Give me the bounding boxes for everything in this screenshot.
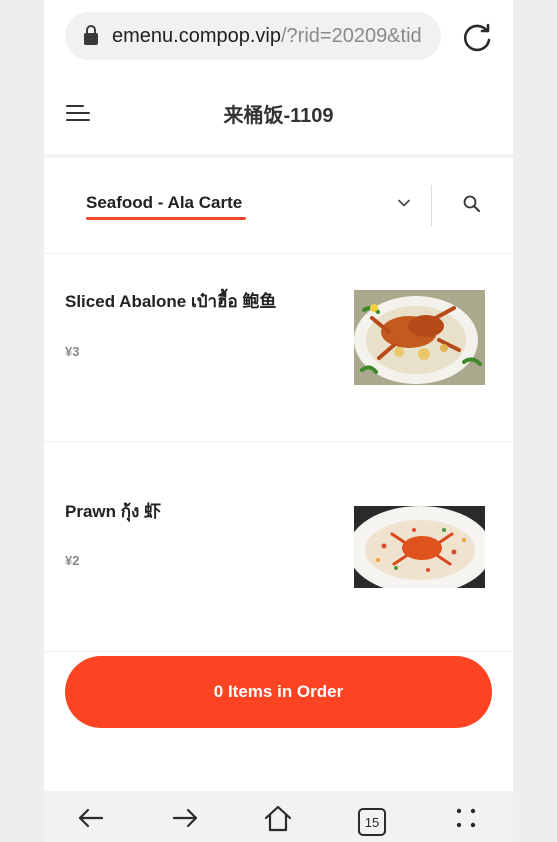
url-text[interactable]: emenu.compop.vip/?rid=20209&tid	[112, 25, 422, 48]
more-options-icon[interactable]	[451, 803, 481, 833]
divider	[44, 441, 513, 442]
reload-icon[interactable]	[460, 20, 494, 54]
category-selector[interactable]: Seafood - Ala Carte	[86, 193, 242, 213]
menu-page: emenu.compop.vip/?rid=20209&tid 来桶饭-1109…	[44, 0, 513, 842]
order-button[interactable]: 0 Items in Order	[65, 656, 492, 728]
divider	[44, 253, 513, 254]
page-title: 来桶饭-1109	[223, 105, 334, 127]
item-price: ¥2	[65, 553, 80, 568]
item-photo	[354, 290, 485, 385]
tab-count: 15	[364, 814, 380, 830]
item-name: Prawn กุ้ง 虾	[65, 502, 162, 521]
header-divider	[44, 154, 513, 158]
address-bar[interactable]: emenu.compop.vip/?rid=20209&tid	[65, 12, 441, 60]
item-name: Sliced Abalone เป๋าฮื้อ 鲍鱼	[65, 292, 277, 311]
divider	[44, 651, 513, 652]
browser-bottom-nav: 15	[44, 791, 513, 842]
home-icon[interactable]	[263, 803, 293, 833]
category-underline	[86, 217, 246, 220]
item-price: ¥3	[65, 344, 80, 359]
search-icon[interactable]	[462, 194, 482, 214]
item-photo	[354, 506, 485, 588]
back-arrow-icon[interactable]	[76, 803, 106, 833]
chevron-down-icon[interactable]	[397, 196, 411, 210]
lock-icon	[84, 25, 98, 45]
forward-arrow-icon[interactable]	[170, 803, 200, 833]
divider	[431, 185, 432, 226]
tabs-icon[interactable]: 15	[358, 808, 386, 836]
